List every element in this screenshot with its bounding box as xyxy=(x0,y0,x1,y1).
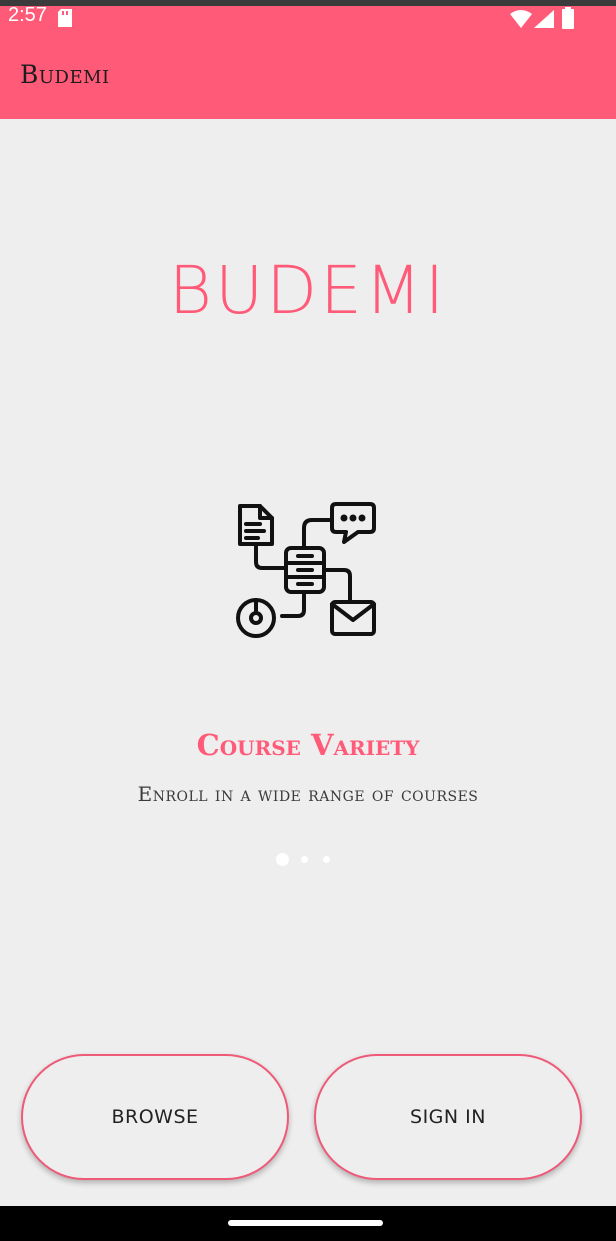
page-indicator-dot-active[interactable] xyxy=(276,853,289,866)
network-diagram-icon xyxy=(232,498,378,642)
browse-button[interactable]: BROWSE xyxy=(21,1054,289,1180)
brand-heading: BUDEMI xyxy=(168,252,448,329)
slide-description: Enroll in a wide range of courses xyxy=(137,782,479,806)
sign-in-button[interactable]: SIGN IN xyxy=(314,1054,582,1180)
status-time: 2:57 xyxy=(8,4,47,26)
page-indicator-dot[interactable] xyxy=(301,856,308,863)
signal-icon xyxy=(534,9,554,33)
navigation-bar xyxy=(0,1206,616,1241)
wifi-icon xyxy=(510,9,532,33)
sd-card-icon xyxy=(58,8,72,32)
page-indicator-dot[interactable] xyxy=(323,856,330,863)
battery-icon xyxy=(562,7,574,34)
home-handle[interactable] xyxy=(228,1220,383,1226)
page-indicator xyxy=(0,853,616,867)
slide-title: Course Variety xyxy=(196,728,420,762)
status-bar: 2:57 xyxy=(0,0,616,34)
app-title: Budemi xyxy=(20,60,110,89)
